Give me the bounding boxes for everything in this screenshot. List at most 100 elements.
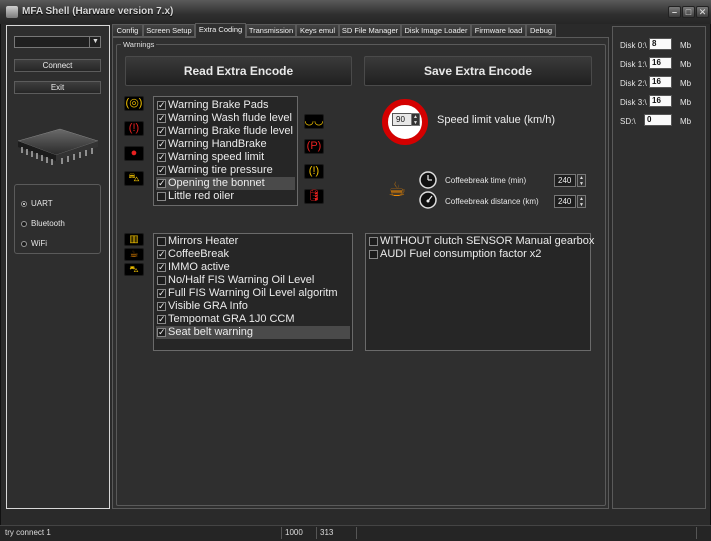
speed-limit-spin-button[interactable]: ▲ ▼: [411, 113, 420, 126]
list-item[interactable]: Warning speed limit: [156, 151, 264, 164]
coffeebreak-time-input[interactable]: 240: [554, 174, 576, 187]
list-item[interactable]: Full FIS Warning Oil Level algoritm: [156, 287, 338, 300]
maximize-button[interactable]: □: [682, 6, 695, 18]
list-item[interactable]: Little red oiler: [156, 190, 234, 203]
tab-debug[interactable]: Debug: [526, 24, 556, 37]
checkbox[interactable]: [157, 177, 166, 190]
sd-size-input[interactable]: 0: [644, 114, 672, 126]
disk0-unit: Mb: [680, 41, 692, 50]
checkbox[interactable]: [369, 237, 378, 246]
warning-list[interactable]: Warning Brake Pads Warning Wash flude le…: [153, 96, 298, 206]
checkbox[interactable]: [157, 125, 166, 138]
checkbox[interactable]: [157, 164, 166, 177]
immo-icon: ⛍: [124, 263, 144, 276]
list-item[interactable]: CoffeeBreak: [156, 248, 229, 261]
checkbox[interactable]: [157, 326, 166, 339]
list-item[interactable]: Warning Wash flude level: [156, 112, 292, 125]
list-item[interactable]: Opening the bonnet: [156, 177, 295, 190]
disk2-label: Disk 2:\: [620, 79, 647, 88]
brake-pads-icon: (◎): [124, 96, 144, 111]
list-item[interactable]: Warning Brake flude level: [156, 125, 293, 138]
port-select[interactable]: [14, 36, 101, 48]
connect-button[interactable]: Connect: [14, 59, 101, 72]
disk1-unit: Mb: [680, 60, 692, 69]
list-item[interactable]: Warning Brake Pads: [156, 99, 268, 112]
list-item[interactable]: No/Half FIS Warning Oil Level: [156, 274, 314, 287]
tab-firmware-load[interactable]: Firmware load: [471, 24, 526, 37]
checkbox[interactable]: [157, 261, 166, 274]
checkbox[interactable]: [157, 276, 166, 285]
list-item[interactable]: IMMO active: [156, 261, 230, 274]
coffeebreak-time-spin-button[interactable]: ▲ ▼: [577, 174, 586, 187]
coffeebreak-distance-spin-button[interactable]: ▲ ▼: [577, 195, 586, 208]
coffeebreak-time-label: Coffeebreak time (min): [445, 176, 527, 185]
checkbox[interactable]: [157, 151, 166, 164]
bluetooth-label: Bluetooth: [31, 219, 65, 228]
coffee-small-icon: ☕: [124, 248, 144, 261]
tab-extra-coding[interactable]: Extra Coding: [195, 23, 246, 38]
handbrake-icon: (P): [304, 139, 324, 154]
list-item[interactable]: AUDI Fuel consumption factor x2: [368, 248, 541, 261]
sd-label: SD:\: [620, 117, 636, 126]
sd-unit: Mb: [680, 117, 692, 126]
status-message: try connect 1: [2, 527, 282, 539]
checkbox[interactable]: [157, 112, 166, 125]
disk2-size-input[interactable]: 16: [649, 76, 672, 88]
tab-sd-file-manager[interactable]: SD File Manager: [339, 24, 401, 37]
disk0-size-input[interactable]: 8: [649, 38, 672, 50]
tab-disk-image-loader[interactable]: Disk Image Loader: [401, 24, 471, 37]
checkbox[interactable]: [157, 237, 166, 246]
checkbox[interactable]: [157, 99, 166, 112]
tire-pressure-icon: (!): [304, 164, 324, 179]
checkbox[interactable]: [157, 313, 166, 326]
disk3-label: Disk 3:\: [620, 98, 647, 107]
disk1-label: Disk 1:\: [620, 60, 647, 69]
list-item[interactable]: Visible GRA Info: [156, 300, 248, 313]
tab-transmission[interactable]: Transmission: [246, 24, 296, 37]
disk3-unit: Mb: [680, 98, 692, 107]
tab-keys-emul[interactable]: Keys emul: [296, 24, 339, 37]
radio-bluetooth[interactable]: [21, 221, 27, 227]
close-button[interactable]: ✕: [696, 6, 709, 18]
warnings-group-title: Warnings: [121, 40, 157, 49]
speed-limit-input[interactable]: 90: [392, 113, 412, 126]
chip-icon: [17, 128, 99, 165]
status-value-1: 1000: [282, 527, 317, 539]
window-title: MFA Shell (Harware version 7.x): [22, 6, 174, 17]
checkbox[interactable]: [157, 300, 166, 313]
radio-wifi[interactable]: [21, 241, 27, 247]
coffeebreak-distance-input[interactable]: 240: [554, 195, 576, 208]
disk3-size-input[interactable]: 16: [649, 95, 672, 107]
list-item[interactable]: WITHOUT clutch SENSOR Manual gearbox: [368, 235, 594, 248]
status-cell-empty: [357, 527, 697, 539]
checkbox[interactable]: [157, 248, 166, 261]
minimize-button[interactable]: –: [668, 6, 681, 18]
bonnet-icon: ⛍: [124, 171, 144, 186]
list-item[interactable]: Tempomat GRA 1J0 CCM: [156, 313, 295, 326]
uart-label: UART: [31, 199, 53, 208]
list-item[interactable]: Warning HandBrake: [156, 138, 267, 151]
list-item[interactable]: Warning tire pressure: [156, 164, 273, 177]
chevron-down-icon[interactable]: ▼: [89, 36, 101, 48]
disk2-unit: Mb: [680, 79, 692, 88]
save-extra-encode-button[interactable]: Save Extra Encode: [364, 56, 592, 86]
tab-config[interactable]: Config: [112, 24, 143, 37]
exit-button[interactable]: Exit: [14, 81, 101, 94]
speed-limit-label: Speed limit value (km/h): [437, 114, 555, 126]
disk0-label: Disk 0:\: [620, 41, 647, 50]
checkbox[interactable]: [157, 138, 166, 151]
read-extra-encode-button[interactable]: Read Extra Encode: [125, 56, 352, 86]
list-item[interactable]: Seat belt warning: [156, 326, 350, 339]
disk1-size-input[interactable]: 16: [649, 57, 672, 69]
gearbox-list[interactable]: WITHOUT clutch SENSOR Manual gearbox AUD…: [365, 233, 594, 351]
radio-uart[interactable]: [21, 201, 27, 207]
options-list[interactable]: Mirrors Heater CoffeeBreak IMMO active N…: [153, 233, 353, 351]
app-icon: [6, 6, 18, 18]
status-value-2: 313: [317, 527, 357, 539]
checkbox[interactable]: [157, 192, 166, 201]
list-item[interactable]: Mirrors Heater: [156, 235, 238, 248]
tab-screen-setup[interactable]: Screen Setup: [143, 24, 195, 37]
checkbox[interactable]: [157, 287, 166, 300]
speed-limit-icon: ●: [124, 146, 144, 161]
checkbox[interactable]: [369, 250, 378, 259]
